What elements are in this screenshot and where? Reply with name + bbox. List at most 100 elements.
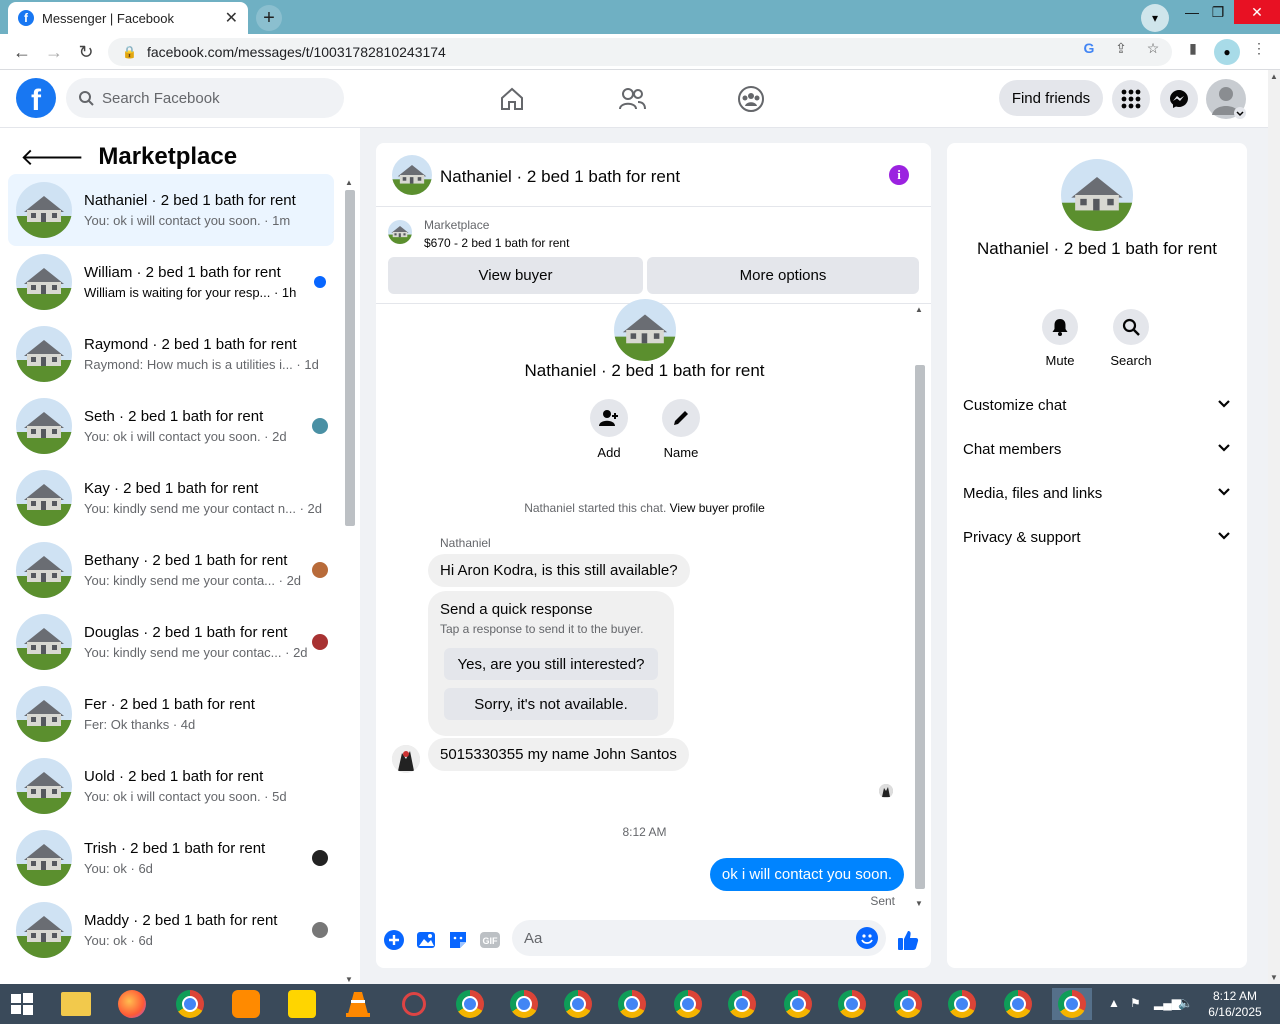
- name-button[interactable]: Name: [651, 399, 711, 460]
- chrome-profile-icon[interactable]: [612, 988, 652, 1020]
- chrome-profile-icon[interactable]: [450, 988, 490, 1020]
- browser-menu-icon[interactable]: ⋮: [1250, 39, 1268, 57]
- tray-expand-icon[interactable]: ▲: [1108, 996, 1120, 1010]
- chrome-profile-icon[interactable]: [888, 988, 928, 1020]
- browser-profile-icon[interactable]: ●: [1214, 39, 1240, 65]
- side-panel-icon[interactable]: ▮: [1184, 39, 1202, 57]
- conversation-item[interactable]: Douglas · 2 bed 1 bath for rent You: kind…: [8, 606, 334, 678]
- info-icon[interactable]: i: [889, 165, 909, 185]
- back-arrow-icon[interactable]: 🡐: [20, 142, 84, 172]
- chrome-active-window-icon[interactable]: [1052, 988, 1092, 1020]
- thread-scrollbar[interactable]: ▲ ▼: [913, 305, 927, 908]
- message-input[interactable]: Aa: [512, 920, 886, 956]
- groups-icon[interactable]: [736, 84, 766, 114]
- tab-close-icon[interactable]: ✕: [225, 8, 238, 28]
- friends-icon[interactable]: [617, 84, 647, 114]
- thumbs-up-icon[interactable]: [897, 929, 919, 951]
- network-icon[interactable]: ▂▄▆: [1154, 996, 1181, 1010]
- browser-tab[interactable]: f Messenger | Facebook ✕: [8, 2, 248, 34]
- tab-search-icon[interactable]: ▾: [1141, 4, 1169, 32]
- facebook-logo[interactable]: f: [16, 78, 56, 118]
- seen-avatar: [312, 850, 328, 866]
- menu-grid-icon[interactable]: [1112, 80, 1150, 118]
- clock[interactable]: 8:12 AM 6/16/2025: [1198, 988, 1272, 1020]
- search-conversation-button[interactable]: Search: [1101, 309, 1161, 368]
- conversation-item[interactable]: Fer · 2 bed 1 bath for rent Fer: Ok thank…: [8, 678, 334, 750]
- account-avatar[interactable]: [1206, 79, 1246, 119]
- home-icon[interactable]: [497, 84, 527, 114]
- volume-icon[interactable]: 🔈: [1178, 996, 1193, 1010]
- vlc-icon[interactable]: [338, 988, 378, 1020]
- flag-icon[interactable]: ⚑: [1130, 996, 1141, 1010]
- chrome-profile-icon[interactable]: [558, 988, 598, 1020]
- conversation-preview: You: kindly send me your conta... · 2d: [84, 573, 302, 588]
- photo-icon[interactable]: [415, 929, 437, 951]
- file-explorer-icon[interactable]: [56, 988, 96, 1020]
- chrome-profile-icon[interactable]: [668, 988, 708, 1020]
- view-buyer-profile-link[interactable]: View buyer profile: [670, 501, 765, 515]
- chat-members-row[interactable]: Chat members: [963, 429, 1235, 469]
- share-icon[interactable]: ⇪: [1112, 39, 1130, 57]
- sidebar-scrollbar[interactable]: ▲ ▼: [343, 178, 357, 984]
- chrome-profile-icon[interactable]: [722, 988, 762, 1020]
- view-buyer-button[interactable]: View buyer: [388, 257, 643, 294]
- back-arrow-icon[interactable]: ←: [10, 40, 34, 64]
- customize-chat-row[interactable]: Customize chat: [963, 385, 1235, 425]
- search-placeholder: Search Facebook: [102, 89, 220, 107]
- svg-text:GIF: GIF: [483, 936, 499, 946]
- tool-icon[interactable]: [394, 988, 434, 1020]
- conversation-item[interactable]: Nathaniel · 2 bed 1 bath for rent You: ok…: [8, 174, 334, 246]
- sender-avatar[interactable]: [392, 745, 420, 773]
- chrome-profile-icon[interactable]: [832, 988, 872, 1020]
- incoming-message[interactable]: Hi Aron Kodra, is this still available?: [428, 554, 690, 587]
- conversation-item[interactable]: Trish · 2 bed 1 bath for rent You: ok · 6…: [8, 822, 334, 894]
- mute-button[interactable]: Mute: [1030, 309, 1090, 368]
- plus-icon[interactable]: [383, 929, 405, 951]
- conversation-item[interactable]: Maddy · 2 bed 1 bath for rent You: ok · 6…: [8, 894, 334, 966]
- chrome-profile-icon[interactable]: [998, 988, 1038, 1020]
- reload-icon[interactable]: ↻: [74, 40, 98, 64]
- page-scrollbar[interactable]: ▲ ▼: [1268, 70, 1280, 984]
- emoji-icon[interactable]: [856, 927, 878, 949]
- sticker-icon[interactable]: [447, 929, 469, 951]
- start-button[interactable]: [2, 988, 42, 1020]
- chat-title[interactable]: Nathaniel · 2 bed 1 bath for rent: [440, 167, 680, 187]
- quick-response-option[interactable]: Yes, are you still interested?: [444, 648, 658, 680]
- forward-arrow-icon[interactable]: →: [42, 40, 66, 64]
- url-field[interactable]: 🔒 facebook.com/messages/t/10031782810243…: [108, 38, 1172, 66]
- details-title: Nathaniel · 2 bed 1 bath for rent: [976, 239, 1218, 258]
- conversation-item[interactable]: Raymond · 2 bed 1 bath for rent Raymond: …: [8, 318, 334, 390]
- conversation-avatar: [16, 398, 72, 454]
- conversation-item[interactable]: Uold · 2 bed 1 bath for rent You: ok i wi…: [8, 750, 334, 822]
- outgoing-message[interactable]: ok i will contact you soon.: [709, 858, 904, 891]
- bookmark-star-icon[interactable]: ☆: [1144, 39, 1162, 57]
- search-input[interactable]: Search Facebook: [66, 78, 344, 118]
- chrome-profile-icon[interactable]: [942, 988, 982, 1020]
- conversation-item[interactable]: Kay · 2 bed 1 bath for rent You: kindly s…: [8, 462, 334, 534]
- chat-avatar[interactable]: [392, 155, 432, 195]
- privacy-support-row[interactable]: Privacy & support: [963, 517, 1235, 557]
- media-files-links-row[interactable]: Media, files and links: [963, 473, 1235, 513]
- firefox-icon[interactable]: [112, 988, 152, 1020]
- uc-browser-icon[interactable]: [226, 988, 266, 1020]
- conversation-item[interactable]: Bethany · 2 bed 1 bath for rent You: kind…: [8, 534, 334, 606]
- conversation-item[interactable]: William · 2 bed 1 bath for rent William i…: [8, 246, 334, 318]
- conversation-avatar: [16, 470, 72, 526]
- google-icon[interactable]: G: [1080, 39, 1098, 57]
- chrome-icon[interactable]: [170, 988, 210, 1020]
- incoming-message[interactable]: 5015330355 my name John Santos: [428, 738, 689, 771]
- more-options-button[interactable]: More options: [647, 257, 919, 294]
- find-friends-button[interactable]: Find friends: [999, 80, 1103, 116]
- listing-price[interactable]: $670 - 2 bed 1 bath for rent: [424, 236, 569, 250]
- quick-response-option[interactable]: Sorry, it's not available.: [444, 688, 658, 720]
- player-icon[interactable]: [282, 988, 322, 1020]
- close-window-button[interactable]: ✕: [1234, 0, 1280, 24]
- new-tab-button[interactable]: +: [256, 5, 282, 31]
- restore-button[interactable]: ❐: [1200, 0, 1236, 24]
- chrome-profile-icon[interactable]: [504, 988, 544, 1020]
- conversation-item[interactable]: Seth · 2 bed 1 bath for rent You: ok i wi…: [8, 390, 334, 462]
- chrome-profile-icon[interactable]: [778, 988, 818, 1020]
- messenger-icon[interactable]: [1160, 80, 1198, 118]
- gif-icon[interactable]: GIF: [479, 929, 501, 951]
- add-button[interactable]: Add: [579, 399, 639, 460]
